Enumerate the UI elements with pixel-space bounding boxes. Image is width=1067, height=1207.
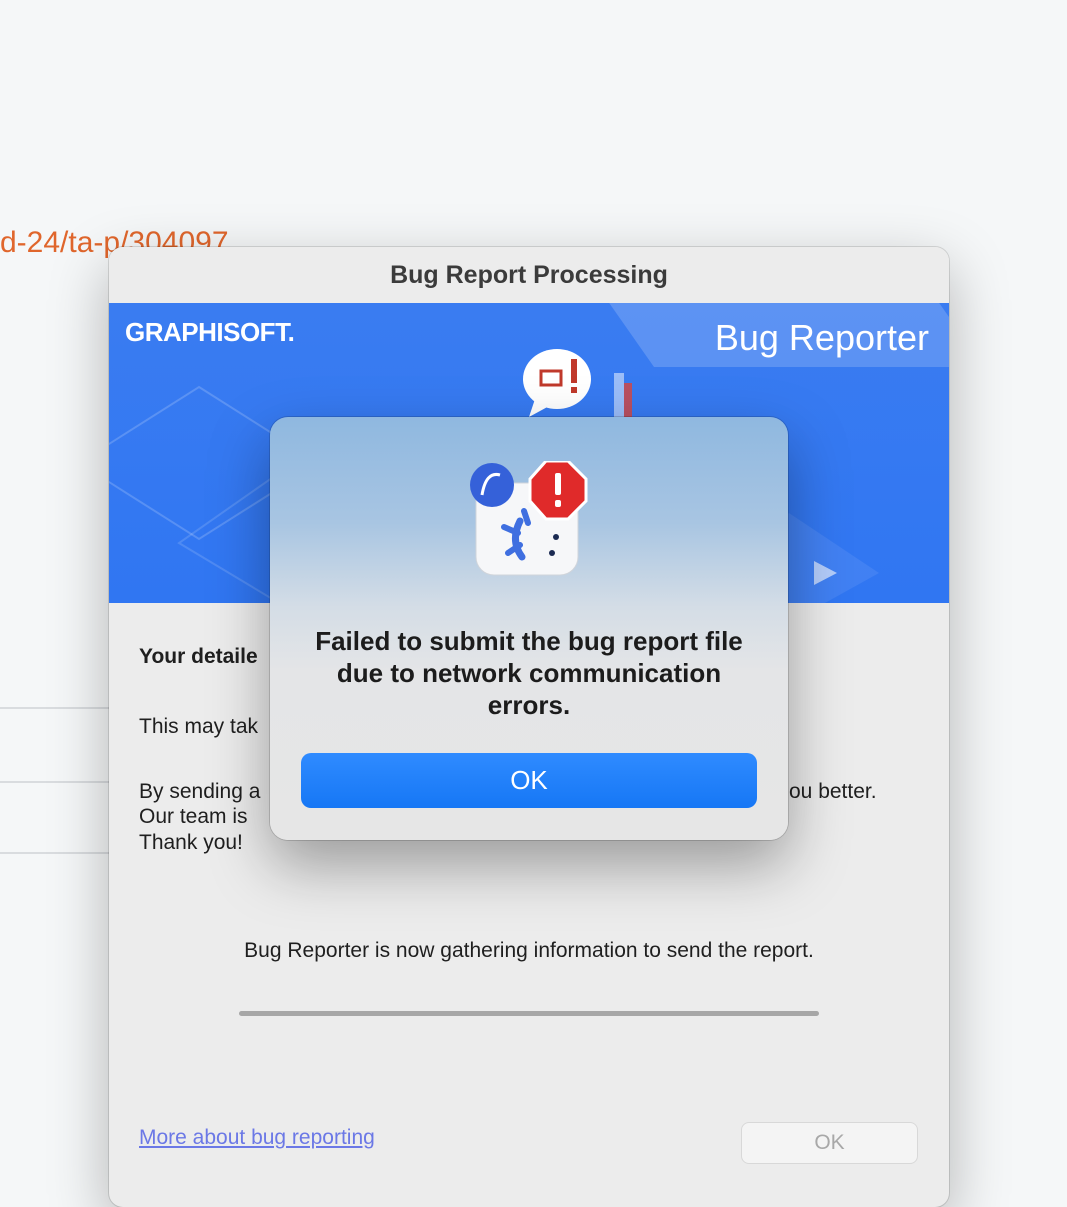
error-alert-dialog: Failed to submit the bug report file due… bbox=[270, 417, 788, 840]
graphisoft-logo: GRAPHISOFT. bbox=[125, 317, 295, 347]
app-warning-icon bbox=[470, 461, 588, 576]
background-divider bbox=[0, 781, 110, 783]
progress-bar bbox=[239, 1011, 819, 1016]
alert-message: Failed to submit the bug report file due… bbox=[315, 626, 743, 720]
window-title: Bug Report Processing bbox=[109, 247, 949, 303]
background-divider bbox=[0, 707, 110, 709]
background-divider bbox=[0, 852, 110, 854]
info-paragraph-line1: By sending a bbox=[139, 780, 261, 803]
info-line: This may tak bbox=[139, 715, 259, 738]
details-heading: Your detaile bbox=[139, 645, 258, 668]
window-ok-button[interactable]: OK bbox=[741, 1122, 918, 1164]
info-paragraph-line1-end: ou better. bbox=[789, 780, 877, 803]
info-paragraph-line2: Our team is bbox=[139, 805, 248, 828]
status-text: Bug Reporter is now gathering informatio… bbox=[244, 939, 814, 962]
banner-product-name: Bug Reporter bbox=[714, 317, 929, 358]
speech-bubble-bug-icon bbox=[523, 349, 591, 417]
info-paragraph-line3: Thank you! bbox=[139, 831, 243, 854]
more-about-bug-reporting-link[interactable]: More about bug reporting bbox=[139, 1126, 375, 1150]
alert-ok-button[interactable]: OK bbox=[301, 753, 757, 808]
